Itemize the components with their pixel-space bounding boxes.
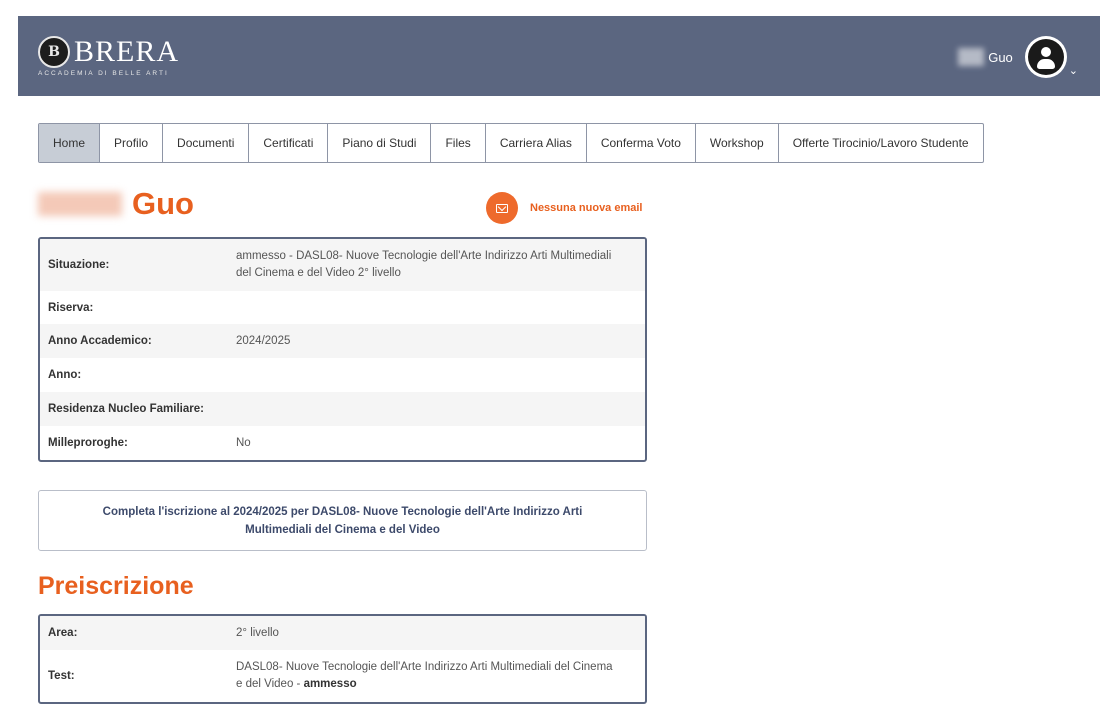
info-value: No <box>236 436 251 449</box>
info-label: Riserva: <box>48 301 94 314</box>
tab-profilo[interactable]: Profilo <box>100 124 164 162</box>
student-surname: Guo <box>132 186 194 221</box>
enrollment-notice[interactable]: Completa l'iscrizione al 2024/2025 per D… <box>38 490 647 551</box>
info-value-status: ammesso <box>303 678 357 690</box>
situation-panel: Situazione: ammesso - DASL08- Nuove Tecno… <box>38 237 647 462</box>
info-row: Situazione: ammesso - DASL08- Nuove Tecno… <box>40 239 645 291</box>
user-name: Guo <box>988 49 1013 65</box>
info-value: ammesso - DASL08- Nuove Tecnologie dell'… <box>236 250 612 279</box>
tab-offerte-tirocinio-lavoro-studente[interactable]: Offerte Tirocinio/Lavoro Studente <box>779 124 983 162</box>
info-row: Anno: <box>40 358 645 392</box>
tab-workshop[interactable]: Workshop <box>696 124 779 162</box>
info-value: 2° livello <box>236 625 645 642</box>
tab-piano-di-studi[interactable]: Piano di Studi <box>328 124 432 162</box>
enrollment-notice-text[interactable]: Completa l'iscrizione al 2024/2025 per D… <box>89 503 596 539</box>
mail-status[interactable]: Nessuna nuova email <box>486 192 643 224</box>
user-menu[interactable]: Guo ⌄ <box>958 36 1078 78</box>
mail-status-text[interactable]: Nessuna nuova email <box>530 202 643 214</box>
preiscrizione-panel: Area: 2° livello Test: DASL08- Nuove Tecnol… <box>38 614 647 704</box>
info-row: Area: 2° livello <box>40 616 645 650</box>
user-avatar-icon <box>1027 39 1064 75</box>
user-firstname-redacted <box>958 48 985 66</box>
info-value-text: 2° livello <box>236 626 279 639</box>
info-value: DASL08- Nuove Tecnologie dell'Arte Indir… <box>236 659 645 693</box>
preiscrizione-title: Preiscrizione <box>38 572 194 600</box>
logo-emblem-icon: B <box>38 36 70 68</box>
info-label: Area: <box>48 627 78 639</box>
info-row: Anno Accademico: 2024/2025 <box>40 324 645 358</box>
logo-text: BRERA <box>74 35 180 68</box>
student-name: Guo <box>38 186 194 222</box>
student-firstname-redacted <box>38 192 122 216</box>
info-label: Anno: <box>48 369 82 381</box>
tab-carriera-alias[interactable]: Carriera Alias <box>486 124 587 162</box>
tab-home[interactable]: Home <box>39 124 101 162</box>
chevron-down-icon[interactable]: ⌄ <box>1069 64 1078 77</box>
info-label: Anno Accademico: <box>48 335 152 347</box>
mail-icon[interactable] <box>486 192 518 224</box>
tab-certificati[interactable]: Certificati <box>249 124 329 162</box>
info-value-text: DASL08- Nuove Tecnologie dell'Arte Indir… <box>236 661 613 690</box>
info-row: Riserva: <box>40 291 645 324</box>
avatar[interactable] <box>1024 36 1067 78</box>
info-value: 2024/2025 <box>236 334 291 347</box>
logo-subtitle: ACCADEMIA DI BELLE ARTI <box>38 70 169 77</box>
tab-conferma-voto[interactable]: Conferma Voto <box>587 124 696 162</box>
tab-documenti[interactable]: Documenti <box>163 124 250 162</box>
info-row: Milleproroghe: No <box>40 426 645 460</box>
top-header: B BRERA ACCADEMIA DI BELLE ARTI Guo ⌄ <box>18 16 1100 96</box>
tab-files[interactable]: Files <box>431 124 486 162</box>
info-row: Test: DASL08- Nuove Tecnologie dell'Arte … <box>40 650 645 702</box>
main-nav-tabs: Home Profilo Documenti Certificati Piano di … <box>38 123 984 163</box>
info-row: Residenza Nucleo Familiare: <box>40 392 645 426</box>
brera-logo[interactable]: B BRERA ACCADEMIA DI BELLE ARTI <box>38 36 179 77</box>
info-label: Milleproroghe: <box>48 437 128 449</box>
info-label: Test: <box>48 670 75 682</box>
info-label: Residenza Nucleo Familiare: <box>48 403 204 415</box>
info-label: Situazione: <box>48 259 110 271</box>
